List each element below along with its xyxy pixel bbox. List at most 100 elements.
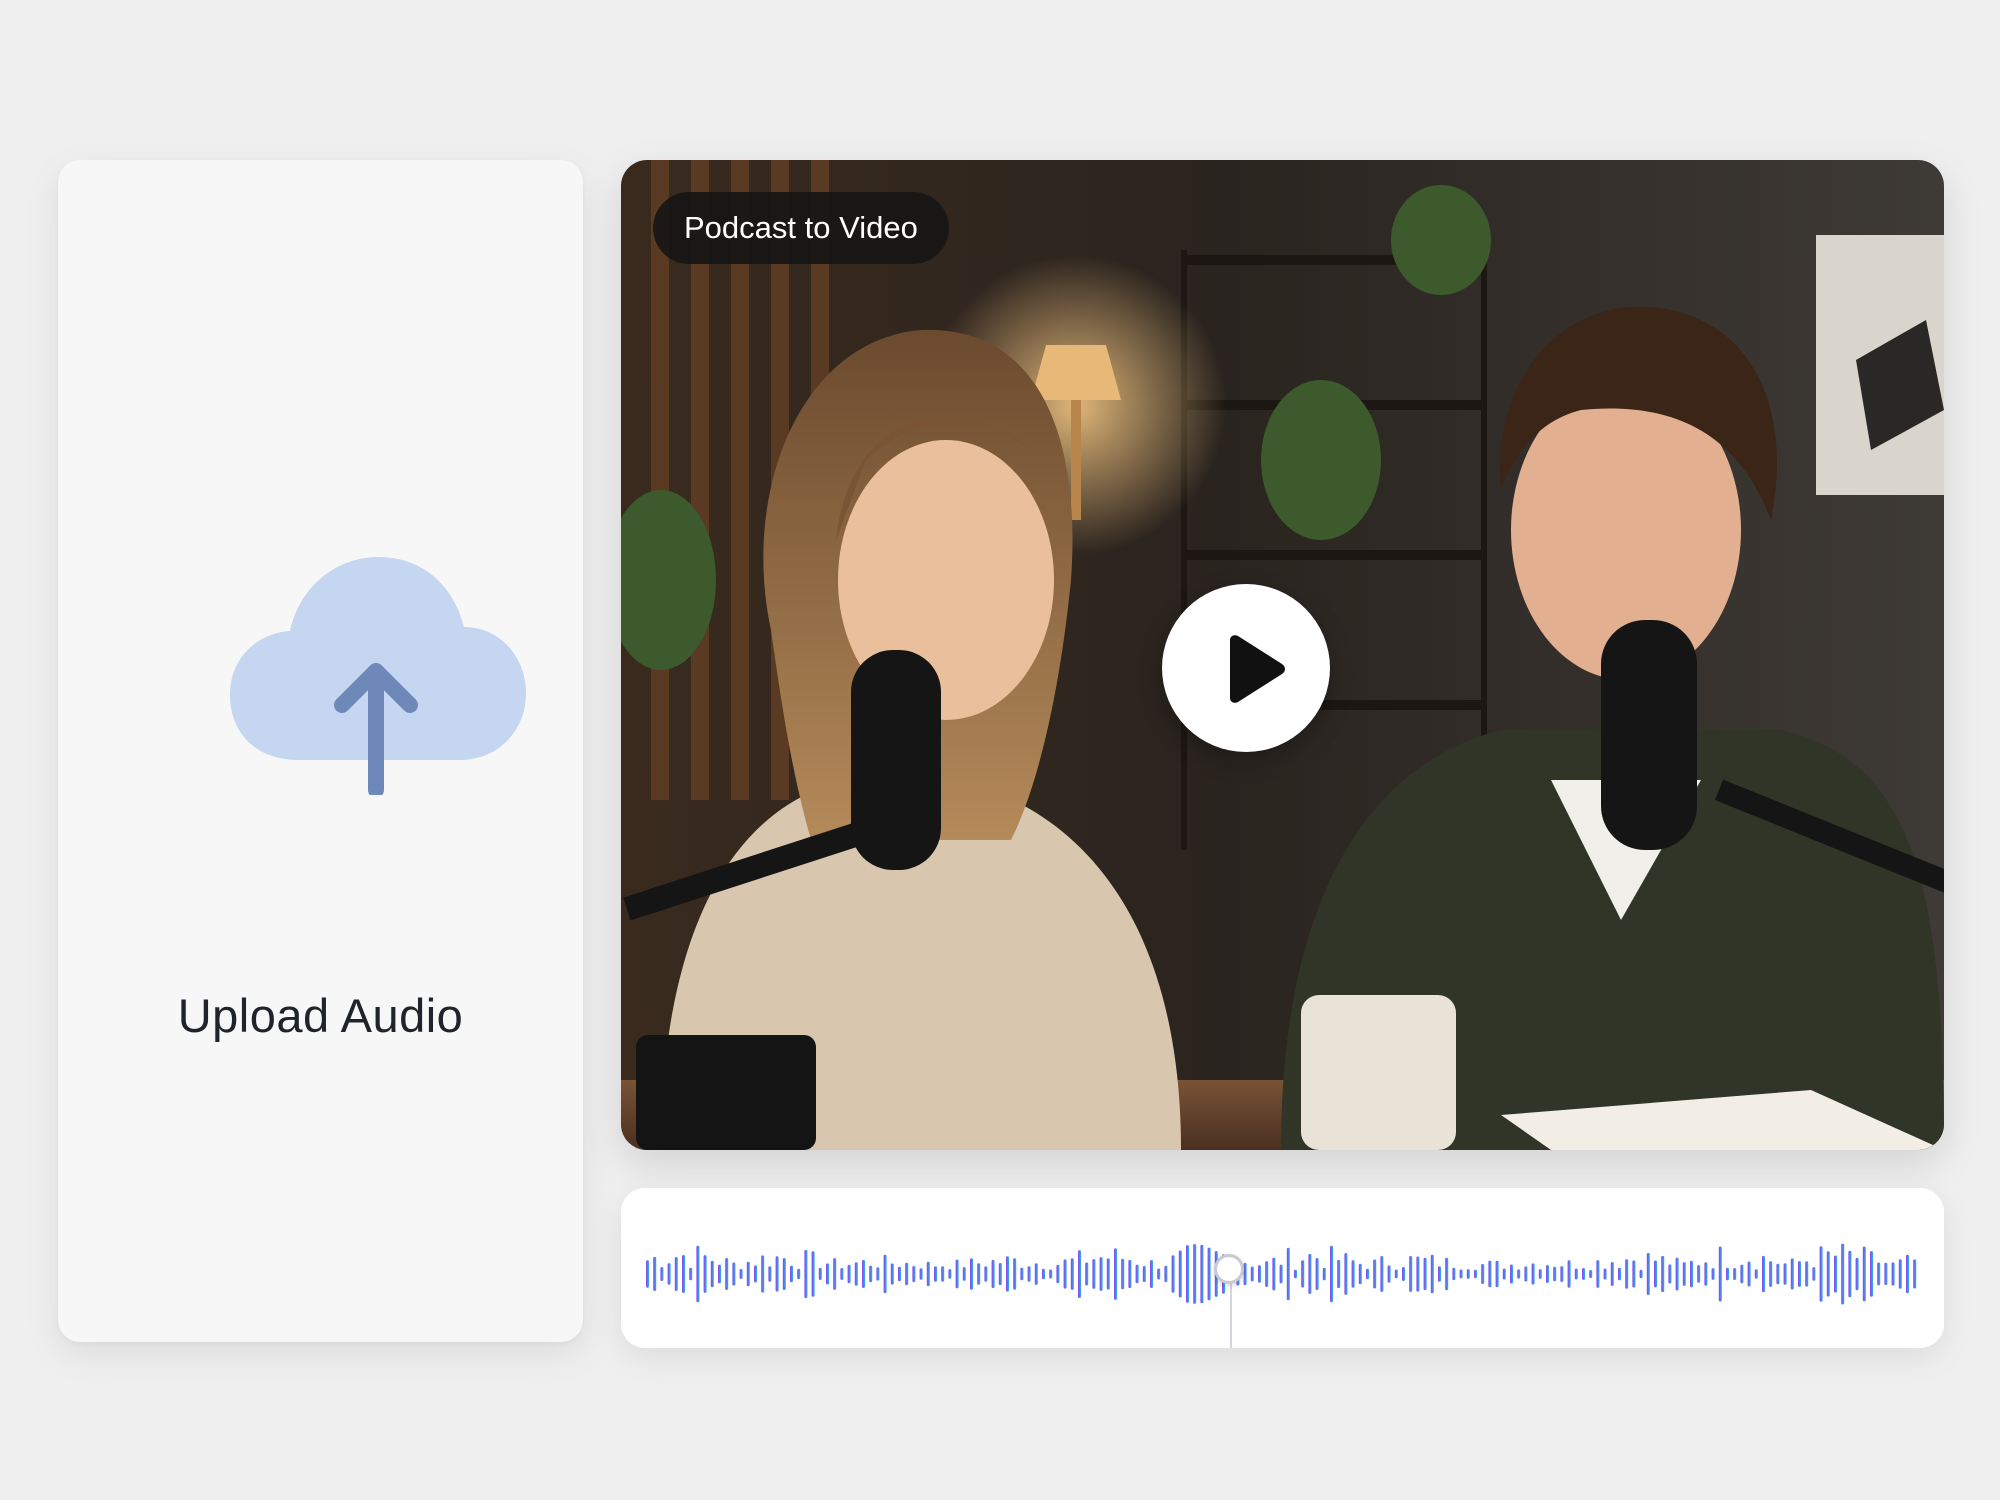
waveform-bar xyxy=(754,1265,757,1283)
waveform-bar xyxy=(1308,1253,1312,1294)
playhead-handle-icon[interactable] xyxy=(1214,1254,1244,1284)
waveform-bar xyxy=(1207,1247,1211,1301)
waveform-bar xyxy=(710,1260,714,1288)
waveform-bar xyxy=(696,1245,700,1303)
audio-waveform-panel[interactable] xyxy=(621,1188,1944,1348)
waveform-bar xyxy=(782,1258,786,1290)
waveform-bar xyxy=(1186,1245,1189,1303)
waveform-bar xyxy=(646,1260,649,1288)
waveform-bar xyxy=(790,1265,793,1283)
waveform-bar xyxy=(1078,1250,1081,1298)
waveform-bar xyxy=(984,1266,988,1282)
waveform-bar xyxy=(1430,1254,1434,1294)
waveform-bar xyxy=(1690,1260,1693,1288)
waveform-bar xyxy=(847,1264,851,1284)
waveform-bar xyxy=(1805,1261,1809,1287)
waveform-bar xyxy=(1675,1257,1679,1291)
waveform-bar xyxy=(1150,1260,1153,1288)
waveform-bar xyxy=(1459,1269,1463,1279)
waveform-bar xyxy=(1639,1269,1643,1279)
waveform-bar xyxy=(1322,1267,1326,1281)
waveform-bar xyxy=(1848,1250,1852,1298)
waveform-bar xyxy=(1452,1267,1456,1281)
waveform-bar xyxy=(1776,1263,1780,1285)
waveform-bar xyxy=(1358,1263,1362,1285)
waveform-bar xyxy=(876,1267,880,1281)
waveform-bar xyxy=(991,1259,995,1289)
waveform-bar xyxy=(1754,1269,1758,1279)
audio-waveform[interactable] xyxy=(621,1188,1944,1348)
waveform-bar xyxy=(1517,1269,1521,1279)
waveform-bar xyxy=(1315,1258,1319,1290)
waveform-bar xyxy=(1351,1260,1355,1288)
waveform-bar xyxy=(1855,1257,1859,1291)
waveform-bar xyxy=(1020,1267,1024,1281)
waveform-bar xyxy=(1128,1259,1132,1289)
waveform-bar xyxy=(1898,1259,1902,1289)
waveform-bar xyxy=(854,1262,858,1286)
waveform-bar xyxy=(955,1259,959,1289)
waveform-bar xyxy=(862,1259,865,1288)
waveform-bar xyxy=(1567,1260,1571,1288)
waveform-bar xyxy=(718,1264,721,1284)
waveform-bar xyxy=(1142,1266,1146,1283)
upload-audio-panel[interactable]: Upload Audio xyxy=(58,160,583,1342)
waveform-bar xyxy=(1099,1257,1103,1291)
waveform-bar xyxy=(1481,1264,1485,1284)
waveform-bar xyxy=(674,1257,678,1291)
waveform-bar xyxy=(962,1267,966,1281)
waveform-bar xyxy=(703,1255,707,1293)
waveform-bar xyxy=(1178,1250,1182,1298)
waveform-bar xyxy=(1783,1263,1787,1285)
waveform-bar xyxy=(1085,1262,1089,1286)
waveform-bar xyxy=(1006,1256,1009,1292)
waveform-bar xyxy=(1510,1264,1513,1284)
waveform-bar xyxy=(1495,1260,1499,1288)
waveform-bar xyxy=(1200,1244,1204,1304)
waveform-bar xyxy=(667,1263,671,1285)
waveform-bar xyxy=(1560,1266,1564,1282)
waveform-bar xyxy=(1438,1266,1441,1282)
waveform-bar xyxy=(1603,1268,1607,1280)
waveform-bar xyxy=(1265,1261,1269,1287)
waveform-bar xyxy=(1618,1267,1621,1281)
waveform-bar xyxy=(869,1265,873,1283)
waveform-bar xyxy=(1070,1258,1074,1290)
waveform-bar xyxy=(1790,1258,1794,1290)
waveform-bar xyxy=(1294,1269,1297,1279)
waveform-bar xyxy=(768,1266,772,1282)
waveform-bar xyxy=(1243,1262,1247,1286)
waveform-bar xyxy=(1394,1269,1398,1279)
waveform-bar xyxy=(1344,1253,1348,1295)
waveform-bar xyxy=(660,1267,664,1281)
waveform-bar xyxy=(883,1254,887,1294)
waveform-bar xyxy=(1114,1248,1117,1300)
waveform-bar xyxy=(998,1263,1002,1286)
waveform-bar xyxy=(1279,1264,1283,1284)
waveform-bar xyxy=(941,1266,945,1282)
waveform-bar xyxy=(1596,1260,1600,1288)
cloud-upload-icon xyxy=(230,557,526,795)
waveform-bar xyxy=(826,1263,829,1285)
waveform-bar xyxy=(1056,1264,1060,1284)
video-preview[interactable]: Podcast to Video xyxy=(621,160,1944,1150)
waveform-bar xyxy=(1697,1265,1701,1283)
waveform-bar xyxy=(1258,1265,1261,1283)
waveform-bar xyxy=(1841,1243,1845,1305)
waveform-bar xyxy=(1762,1255,1765,1293)
waveform-bar xyxy=(1632,1260,1636,1288)
waveform-bar xyxy=(1164,1265,1168,1283)
waveform-bar xyxy=(1135,1264,1139,1284)
waveform-bar xyxy=(1171,1255,1175,1293)
play-button[interactable] xyxy=(1162,584,1330,752)
waveform-bar xyxy=(1121,1258,1125,1290)
waveform-bar xyxy=(1373,1259,1377,1289)
waveform-bar xyxy=(1531,1263,1535,1285)
waveform-bar xyxy=(725,1258,729,1290)
waveform-bar xyxy=(898,1266,901,1282)
upload-audio-label: Upload Audio xyxy=(177,989,464,1042)
waveform-bar xyxy=(1524,1266,1528,1282)
waveform-bar xyxy=(1488,1260,1492,1288)
waveform-bar xyxy=(1402,1267,1405,1281)
waveform-bar xyxy=(653,1256,657,1291)
